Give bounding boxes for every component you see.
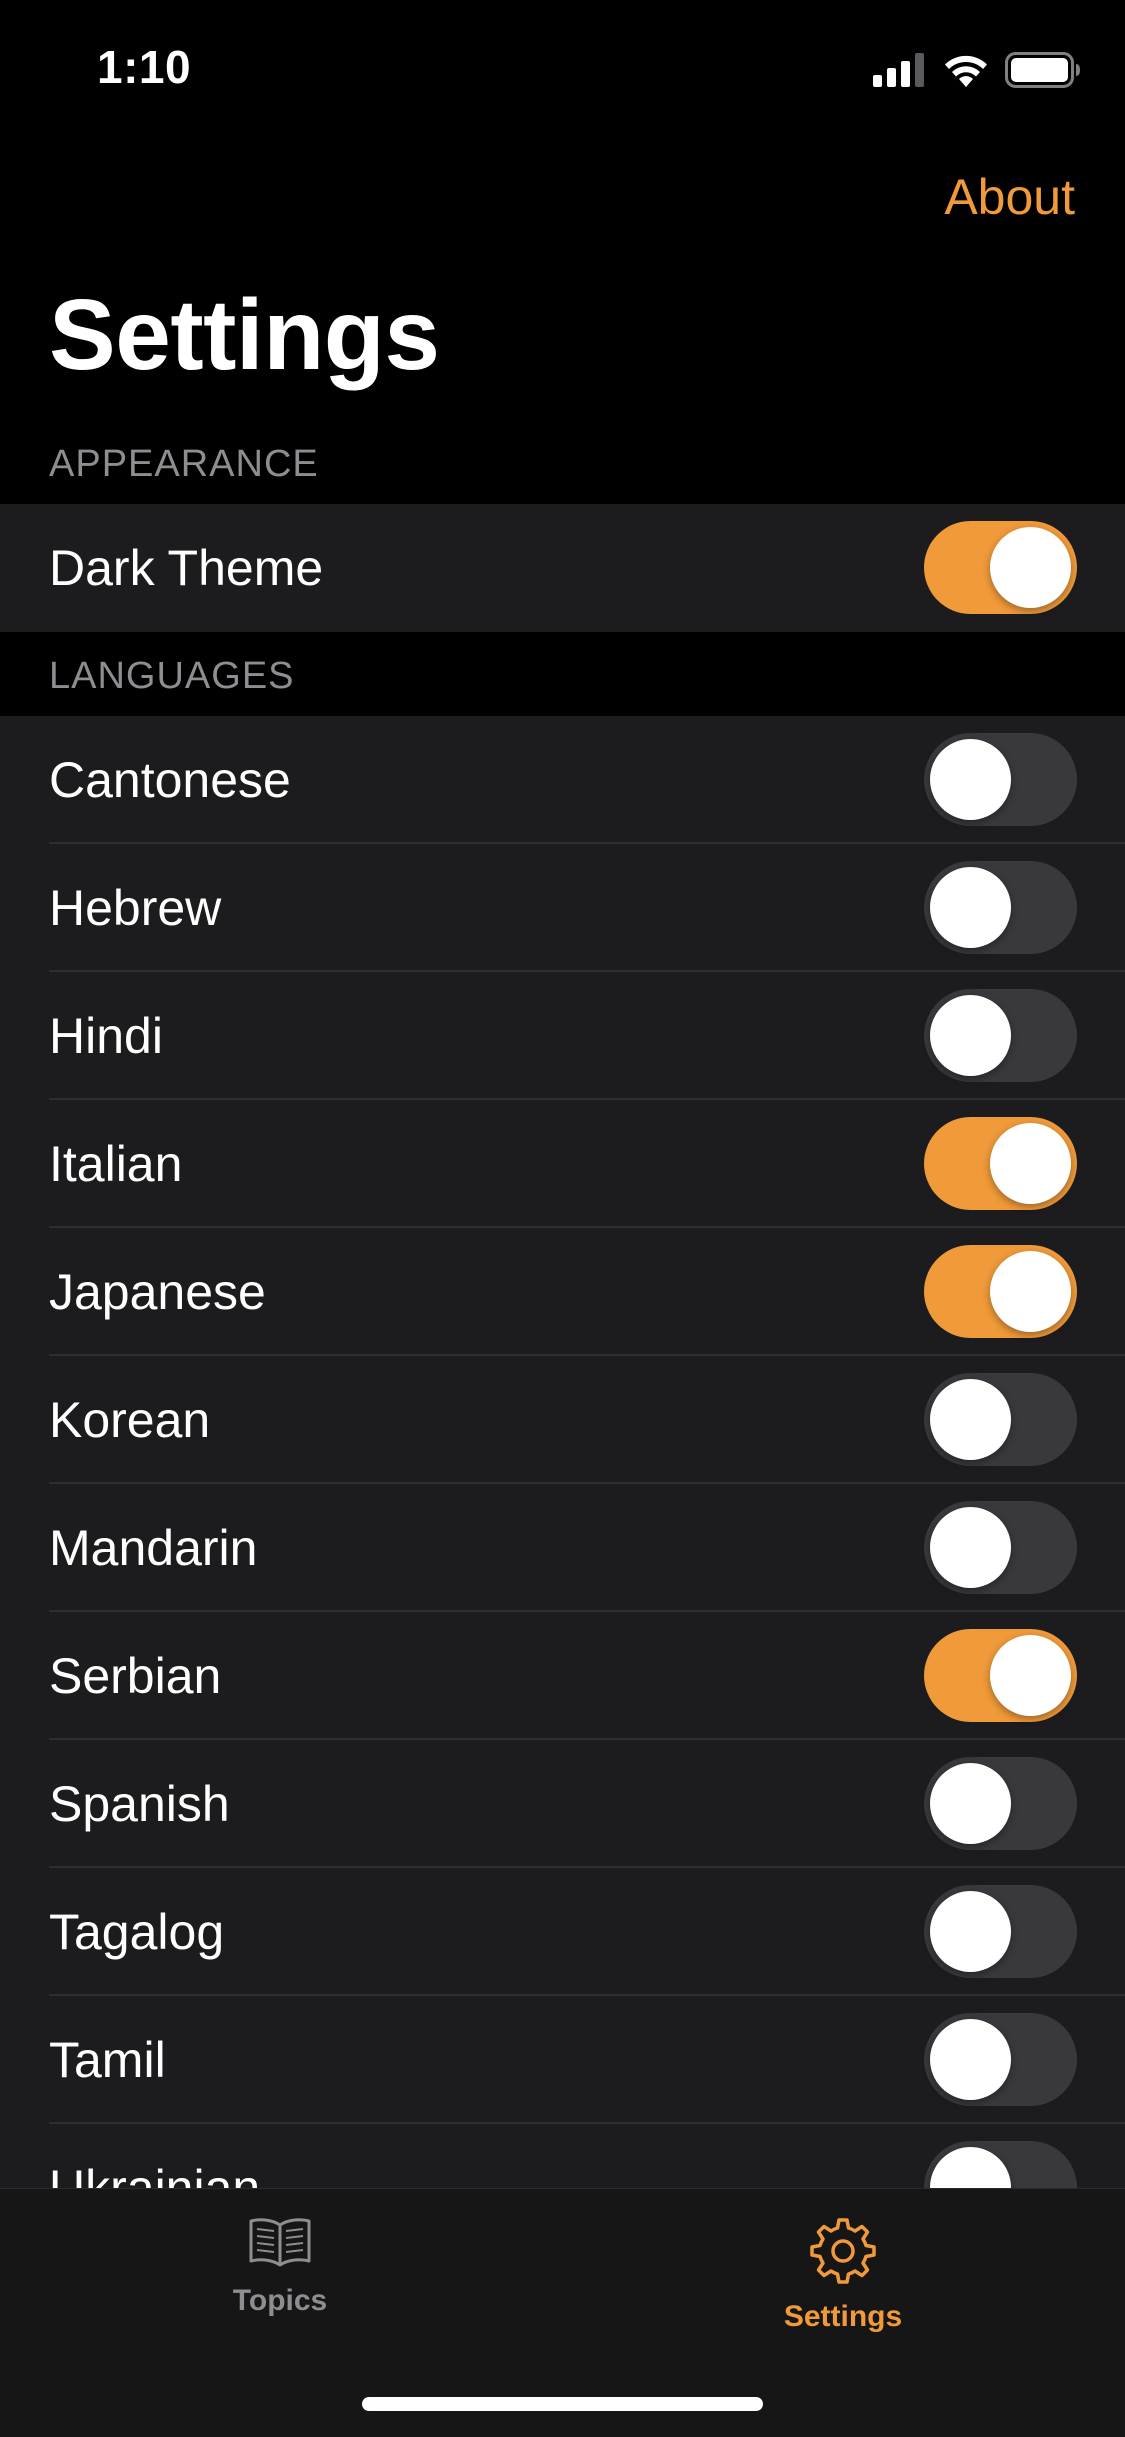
language-row-mandarin: Mandarin (0, 1484, 1125, 1612)
toggle-knob (990, 1635, 1071, 1716)
language-row-italian: Italian (0, 1100, 1125, 1228)
toggle-knob (990, 527, 1071, 608)
spanish-toggle[interactable] (924, 1757, 1077, 1850)
gear-icon (810, 2218, 876, 2284)
language-row-hindi: Hindi (0, 972, 1125, 1100)
language-label: Tagalog (49, 1904, 225, 1960)
languages-group: Cantonese Hebrew Hindi Italian Japanese … (0, 716, 1125, 2252)
setting-row-dark-theme: Dark Theme (0, 504, 1125, 632)
tagalog-toggle[interactable] (924, 1885, 1077, 1978)
toggle-knob (930, 1379, 1011, 1460)
setting-label: Dark Theme (49, 540, 324, 596)
toggle-knob (930, 1507, 1011, 1588)
toggle-knob (990, 1123, 1071, 1204)
toggle-knob (930, 2019, 1011, 2100)
toggle-knob (930, 1891, 1011, 1972)
language-label: Hindi (49, 1008, 163, 1064)
about-button[interactable]: About (944, 168, 1075, 226)
language-row-cantonese: Cantonese (0, 716, 1125, 844)
language-label: Hebrew (49, 880, 222, 936)
section-header-appearance: APPEARANCE (49, 443, 319, 485)
language-row-tamil: Tamil (0, 1996, 1125, 2124)
language-row-serbian: Serbian (0, 1612, 1125, 1740)
toggle-knob (930, 995, 1011, 1076)
section-header-languages: LANGUAGES (49, 655, 295, 697)
hebrew-toggle[interactable] (924, 861, 1077, 954)
tab-settings[interactable]: Settings (693, 2215, 993, 2334)
tab-topics[interactable]: Topics (130, 2215, 430, 2318)
appearance-group: Dark Theme (0, 504, 1125, 632)
language-label: Cantonese (49, 752, 291, 808)
language-row-korean: Korean (0, 1356, 1125, 1484)
status-icons (873, 50, 1081, 90)
toggle-knob (930, 739, 1011, 820)
language-row-spanish: Spanish (0, 1740, 1125, 1868)
italian-toggle[interactable] (924, 1117, 1077, 1210)
wifi-icon (945, 55, 987, 87)
korean-toggle[interactable] (924, 1373, 1077, 1466)
language-label: Serbian (49, 1648, 222, 1704)
hindi-toggle[interactable] (924, 989, 1077, 1082)
book-icon (249, 2218, 311, 2267)
cellular-signal-icon (873, 53, 924, 87)
language-row-tagalog: Tagalog (0, 1868, 1125, 1996)
language-label: Italian (49, 1136, 183, 1192)
tamil-toggle[interactable] (924, 2013, 1077, 2106)
home-indicator[interactable] (362, 2397, 763, 2411)
language-label: Spanish (49, 1776, 230, 1832)
dark-theme-toggle[interactable] (924, 521, 1077, 614)
language-label: Japanese (49, 1264, 266, 1320)
status-bar: 1:10 (0, 0, 1125, 132)
status-time: 1:10 (97, 41, 192, 93)
japanese-toggle[interactable] (924, 1245, 1077, 1338)
toggle-knob (990, 1251, 1071, 1332)
tab-label: Settings (783, 2300, 903, 2333)
language-label: Tamil (49, 2032, 166, 2088)
serbian-toggle[interactable] (924, 1629, 1077, 1722)
toggle-knob (930, 867, 1011, 948)
cantonese-toggle[interactable] (924, 733, 1077, 826)
language-row-hebrew: Hebrew (0, 844, 1125, 972)
mandarin-toggle[interactable] (924, 1501, 1077, 1594)
tab-label: Topics (232, 2284, 328, 2317)
language-label: Korean (49, 1392, 211, 1448)
toggle-knob (930, 1763, 1011, 1844)
battery-icon (1005, 52, 1080, 88)
page-title: Settings (49, 279, 440, 391)
language-label: Mandarin (49, 1520, 258, 1576)
language-row-japanese: Japanese (0, 1228, 1125, 1356)
